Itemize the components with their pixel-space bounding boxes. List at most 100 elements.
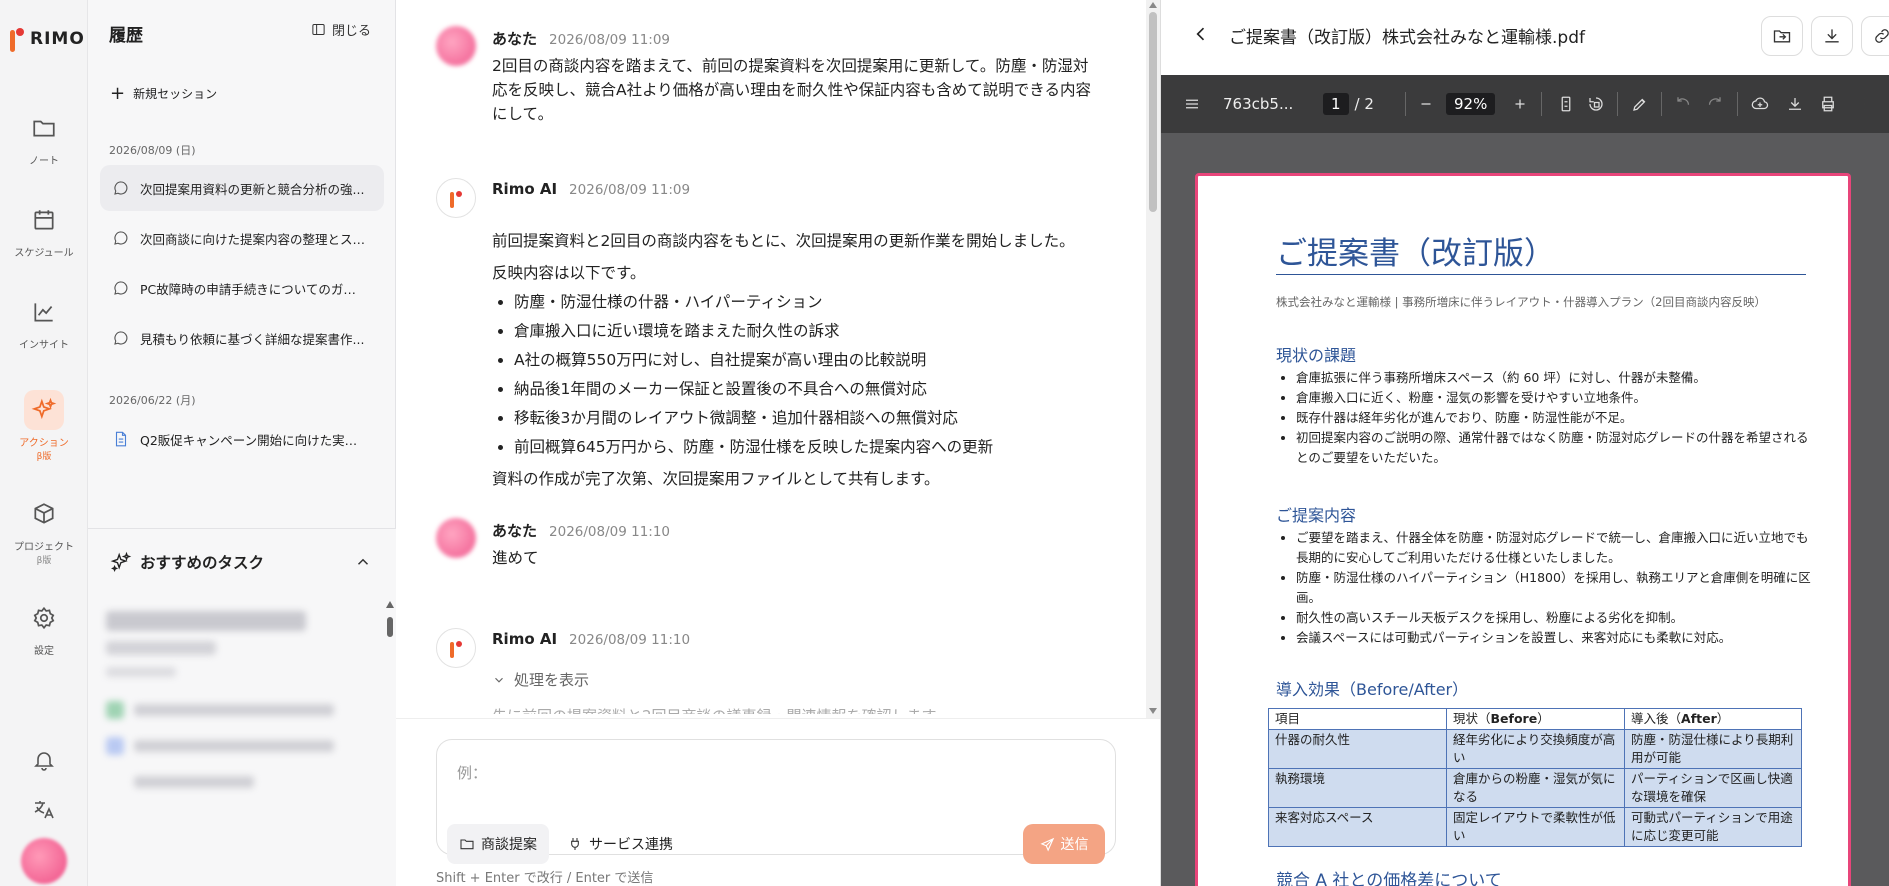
sender-name: あなた <box>492 522 538 540</box>
chat-bubble-icon <box>114 331 128 345</box>
translate-icon <box>34 801 54 819</box>
business-proposal-chip[interactable]: 商談提案 <box>447 824 549 864</box>
undo-button[interactable] <box>1675 75 1693 133</box>
list-item: ご要望を踏まえ、什器全体を防塵・防湿対応グレードで統一し、倉庫搬入口に近い立地で… <box>1296 528 1818 568</box>
history-title: 履歴 <box>109 26 143 46</box>
nav-insight-label: インサイト <box>19 340 69 351</box>
annotate-button[interactable] <box>1631 75 1649 133</box>
folder-import-icon <box>1773 30 1791 43</box>
message-input[interactable]: 例： 商談提案 サービス連携 送信 <box>436 739 1116 864</box>
fit-page-button[interactable] <box>1557 75 1575 133</box>
show-process-toggle[interactable]: 処理を表示 <box>492 668 1092 692</box>
redo-icon <box>1708 97 1721 105</box>
avatar <box>436 518 476 558</box>
history-date-label: 2026/06/22 (月) <box>109 394 196 407</box>
scroll-up-arrow[interactable] <box>1149 2 1157 8</box>
notification-button[interactable] <box>0 748 88 772</box>
save-to-drive-button[interactable] <box>1751 75 1769 133</box>
nav-action[interactable]: アクション β版 <box>0 390 88 462</box>
table-row: 来客対応スペース 固定レイアウトで柔軟性が低い 可動式パーティションで用途に応じ… <box>1268 807 1802 847</box>
back-button[interactable] <box>1191 24 1211 48</box>
list-item: 初回提案内容のご説明の際、通常什器ではなく防塵・防湿対応グレードの什器を希望され… <box>1296 428 1818 468</box>
plus-icon: + <box>110 82 126 104</box>
copy-link-button[interactable] <box>1861 16 1889 56</box>
table-cell: 執務環境 <box>1268 768 1447 808</box>
chat-bubble-icon <box>114 181 128 195</box>
table-cell: パーティションで区画し快適な環境を確保 <box>1624 768 1802 808</box>
more-options-button[interactable] <box>1855 75 1873 133</box>
zoom-in-button[interactable] <box>1511 75 1529 133</box>
zoom-value: 92% <box>1446 93 1496 115</box>
history-item[interactable]: 次回商談に向けた提案内容の整理とスラ... <box>100 215 384 261</box>
pdf-download-button[interactable] <box>1786 75 1804 133</box>
history-item-label: 次回提案用資料の更新と競合分析の強... <box>140 181 365 197</box>
close-history-button[interactable]: 閉じる <box>311 20 371 39</box>
message-text: 前回提案資料と2回目の商談内容をもとに、次回提案用の更新作業を開始しました。 <box>492 232 1075 250</box>
rimo-ai-avatar <box>436 628 476 668</box>
chevron-down-icon <box>495 677 503 683</box>
scroll-down-arrow[interactable] <box>1149 708 1157 714</box>
history-item-label: PC故障時の申請手続きについてのガイド <box>140 281 366 297</box>
scroll-thumb[interactable] <box>1149 12 1157 212</box>
title-rule <box>1276 274 1806 275</box>
list-item: 前回概算645万円から、防塵・防湿仕様を反映した提案内容への更新 <box>514 433 1092 462</box>
zoom-out-button[interactable] <box>1417 75 1435 133</box>
table-header: 項目 <box>1268 708 1447 730</box>
section-heading: 現状の課題 <box>1276 346 1357 365</box>
new-session-button[interactable]: + 新規セッション <box>110 82 217 104</box>
more-vertical-icon <box>1864 98 1865 110</box>
pdf-menu-button[interactable] <box>1183 75 1201 133</box>
rimo-logo[interactable]: RIMO <box>10 26 85 52</box>
language-button[interactable] <box>0 798 88 822</box>
history-item[interactable]: 見積もり依頼に基づく詳細な提案書作... <box>100 315 384 361</box>
table-header: 導入後（After） <box>1624 708 1802 730</box>
collapse-recommended-button[interactable] <box>354 553 372 575</box>
blurred-task-list <box>106 611 376 809</box>
logo-text: RIMO <box>30 29 85 49</box>
table-cell: 経年劣化により交換頻度が高い <box>1446 729 1625 769</box>
message-time: 2026/08/09 11:09 <box>549 32 671 48</box>
chat-scrollbar[interactable] <box>1146 0 1160 718</box>
printer-icon <box>1822 96 1834 112</box>
sender-name: Rimo AI <box>492 630 558 648</box>
message-text: 反映内容は以下です。 <box>492 264 646 282</box>
nav-notes[interactable]: ノート <box>0 108 88 167</box>
user-avatar[interactable] <box>0 838 88 884</box>
nav-schedule-label: スケジュール <box>14 248 74 259</box>
print-button[interactable] <box>1819 75 1837 133</box>
chat-bubble-icon <box>114 281 128 295</box>
history-item[interactable]: Q2販促キャンペーン開始に向けた実行計... <box>100 416 384 462</box>
nav-insight[interactable]: インサイト <box>0 292 88 351</box>
page-total: / 2 <box>1354 95 1374 113</box>
recommended-scrollbar[interactable] <box>386 601 394 851</box>
plug-icon <box>571 838 579 850</box>
composer: 例： 商談提案 サービス連携 送信 Shift + Enter で改行 / En… <box>396 718 1160 886</box>
redo-button[interactable] <box>1705 75 1723 133</box>
section-list: 倉庫拡張に伴う事務所増床スペース（約 60 坪）に対し、什器が未整備。 倉庫搬入… <box>1278 368 1818 468</box>
page-indicator: 1 / 2 <box>1323 75 1374 133</box>
rotate-button[interactable] <box>1587 75 1605 133</box>
page-number-input[interactable]: 1 <box>1323 93 1349 115</box>
folder-icon <box>460 839 474 850</box>
send-button[interactable]: 送信 <box>1023 824 1105 864</box>
nav-settings[interactable]: 設定 <box>0 598 88 657</box>
doc-subtitle: 株式会社みなと運輸様 | 事務所増床に伴うレイアウト・什器導入プラン（2回目商談… <box>1276 295 1766 309</box>
pdf-viewer-panel: ご提案書（改訂版）株式会社みなと運輸様.pdf 763cb5... 1 / 2 <box>1160 0 1889 886</box>
list-item: 耐久性の高いスチール天板デスクを採用し、粉塵による劣化を抑制。 <box>1296 608 1818 628</box>
nav-project[interactable]: プロジェクト β版 <box>0 494 88 566</box>
message-text: 資料の作成が完了次第、次回提案用ファイルとして共有します。 <box>492 470 940 488</box>
list-item: A社の概算550万円に対し、自社提案が高い理由の比較説明 <box>514 346 1092 375</box>
history-sidebar: 履歴 閉じる + 新規セッション 2026/08/09 (日) 次回提案用資料の… <box>88 0 396 886</box>
package-icon <box>24 494 64 534</box>
pdf-canvas[interactable]: ご提案書（改訂版） 株式会社みなと運輸様 | 事務所増床に伴うレイアウト・什器導… <box>1161 133 1889 886</box>
nav-schedule[interactable]: スケジュール <box>0 200 88 259</box>
zoom-level[interactable]: 92% <box>1446 75 1496 133</box>
service-integration-chip[interactable]: サービス連携 <box>555 824 685 864</box>
list-item: 納品後1年間のメーカー保証と設置後の不具合への無償対応 <box>514 375 1092 404</box>
history-item[interactable]: 次回提案用資料の更新と競合分析の強... <box>100 165 384 211</box>
table-cell: 防塵・防湿仕様により長期利用が可能 <box>1624 729 1802 769</box>
download-button[interactable] <box>1811 16 1853 56</box>
history-item[interactable]: PC故障時の申請手続きについてのガイド <box>100 265 384 311</box>
message-body: 処理を表示 先に前回の提案資料と2回目商談の議事録・関連情報を確認します。 <box>492 668 1092 714</box>
save-to-folder-button[interactable] <box>1761 16 1803 56</box>
